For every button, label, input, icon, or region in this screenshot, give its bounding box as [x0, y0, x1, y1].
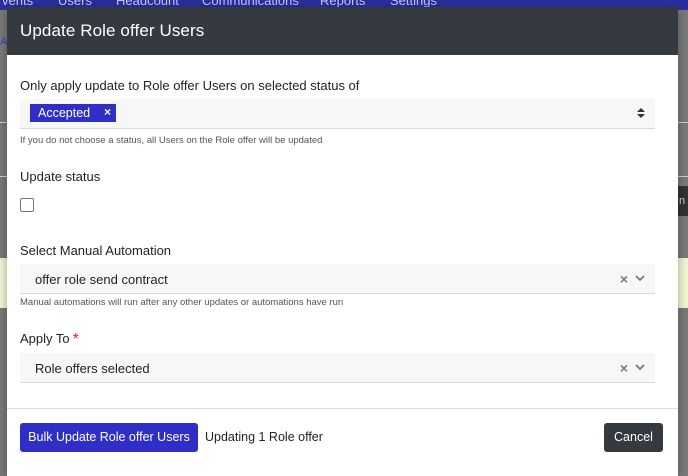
status-filter-help: If you do not choose a status, all Users…: [20, 135, 323, 146]
bulk-update-button[interactable]: Bulk Update Role offer Users: [20, 423, 198, 452]
apply-to-value: Role offers selected: [35, 361, 150, 376]
apply-to-label: Apply To *: [20, 330, 79, 348]
clear-icon[interactable]: ×: [620, 360, 628, 376]
manual-automation-value: offer role send contract: [35, 272, 168, 287]
chevron-down-icon[interactable]: [635, 362, 645, 372]
required-asterisk: *: [72, 331, 79, 348]
manual-automation-label: Select Manual Automation: [20, 243, 172, 258]
manual-automation-help: Manual automations will run after any ot…: [20, 297, 344, 308]
apply-to-label-text: Apply To: [20, 331, 70, 346]
modal-title: Update Role offer Users: [20, 21, 205, 40]
remove-chip-icon[interactable]: ×: [104, 105, 111, 119]
background-dark-bar: n: [678, 186, 688, 216]
apply-to-select[interactable]: Role offers selected ×: [20, 353, 655, 383]
cancel-button[interactable]: Cancel: [604, 423, 663, 452]
status-chip-accepted: Accepted ×: [30, 104, 116, 122]
modal-header: Update Role offer Users: [7, 7, 678, 55]
update-status-checkbox[interactable]: [20, 198, 34, 212]
update-count-text: Updating 1 Role offer: [205, 430, 323, 444]
sort-arrows-icon[interactable]: [637, 108, 645, 120]
modal-footer-divider: [7, 408, 678, 409]
status-filter-select[interactable]: Accepted ×: [20, 99, 655, 129]
chevron-down-icon[interactable]: [635, 273, 645, 283]
status-filter-label: Only apply update to Role offer Users on…: [20, 78, 360, 93]
clear-icon[interactable]: ×: [620, 271, 628, 287]
update-status-label: Update status: [20, 169, 101, 184]
update-role-offer-users-modal: Update Role offer Users Only apply updat…: [7, 7, 678, 476]
status-chip-label: Accepted: [38, 106, 91, 120]
manual-automation-select[interactable]: offer role send contract ×: [20, 264, 655, 294]
